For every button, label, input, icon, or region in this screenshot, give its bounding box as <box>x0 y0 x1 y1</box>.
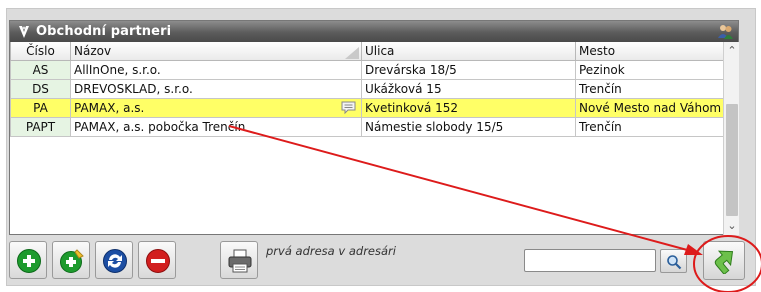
column-header-mesto[interactable]: Mesto <box>575 42 724 61</box>
refresh-button[interactable] <box>95 241 133 279</box>
cell-code: PA <box>10 97 71 118</box>
column-header-nazov[interactable]: Názov <box>70 42 362 61</box>
table-row[interactable]: PAPT PAMAX, a.s. pobočka Trenčín Námesti… <box>10 116 724 137</box>
cell-city: Trenčín <box>575 78 724 99</box>
cell-name-text: PAMAX, a.s. <box>74 100 145 115</box>
search-input[interactable] <box>524 249 656 272</box>
add-button[interactable] <box>9 241 47 279</box>
remove-button[interactable] <box>138 241 176 279</box>
go-button[interactable] <box>703 241 745 280</box>
hint-text: prvá adresa v adresári <box>266 244 396 258</box>
vertical-scrollbar[interactable]: ⌃ ⌄ <box>723 42 739 235</box>
scrollbar-thumb[interactable] <box>726 104 738 216</box>
cell-city: Nové Mesto nad Váhom <box>575 97 724 118</box>
cell-name: DREVOSKLAD, s.r.o. <box>70 78 362 99</box>
bottom-toolbar: prvá adresa v adresári <box>9 241 749 281</box>
panel-titlebar: Obchodní partneri <box>10 21 738 42</box>
table-row[interactable]: DS DREVOSKLAD, s.r.o. Ukážková 15 Trenčí… <box>10 78 724 99</box>
cell-street: Ukážková 15 <box>361 78 576 99</box>
remove-icon <box>146 249 170 273</box>
cell-name: PAMAX, a.s. pobočka Trenčín <box>70 116 362 137</box>
scroll-down-icon[interactable]: ⌄ <box>724 218 740 234</box>
panel-title: Obchodní partneri <box>36 24 172 39</box>
cell-code: AS <box>10 59 71 80</box>
table-row-selected[interactable]: PA PAMAX, a.s. Kvetinková 152 Nové Mesto… <box>10 97 724 118</box>
add-icon <box>17 249 41 273</box>
cell-code: PAPT <box>10 116 71 137</box>
table-row[interactable]: AS AllInOne, s.r.o. Drevárska 18/5 Pezin… <box>10 59 724 80</box>
column-header-cislo[interactable]: Číslo <box>10 42 71 61</box>
refresh-icon <box>103 249 127 273</box>
partners-table: Číslo Názov Ulica Mesto AS AllInOne, s.r… <box>10 42 724 137</box>
column-header-nazov-label: Názov <box>74 43 112 58</box>
search-button[interactable] <box>660 249 687 273</box>
column-header-ulica[interactable]: Ulica <box>361 42 576 61</box>
print-button[interactable] <box>220 241 258 279</box>
search-icon <box>667 255 682 270</box>
add-edit-button[interactable] <box>52 241 90 279</box>
cell-street: Kvetinková 152 <box>361 97 576 118</box>
add-edit-icon <box>60 249 84 273</box>
users-icon[interactable] <box>717 23 734 40</box>
cell-city: Trenčín <box>575 116 724 137</box>
cell-street: Drevárska 18/5 <box>361 59 576 80</box>
partners-panel: Obchodní partneri Číslo Názov Ulica Mest… <box>9 20 739 235</box>
cell-street: Námestie slobody 15/5 <box>361 116 576 137</box>
cell-name: AllInOne, s.r.o. <box>70 59 362 80</box>
table-header-row: Číslo Názov Ulica Mesto <box>10 42 724 61</box>
go-arrow-icon <box>714 250 734 274</box>
note-icon[interactable] <box>341 101 356 115</box>
sort-indicator-icon <box>345 46 359 59</box>
cell-city: Pezinok <box>575 59 724 80</box>
scroll-up-icon[interactable]: ⌃ <box>724 43 740 59</box>
cell-name: PAMAX, a.s. <box>70 97 362 118</box>
cell-code: DS <box>10 78 71 99</box>
print-icon <box>228 249 252 273</box>
app-logo-icon <box>18 25 30 39</box>
